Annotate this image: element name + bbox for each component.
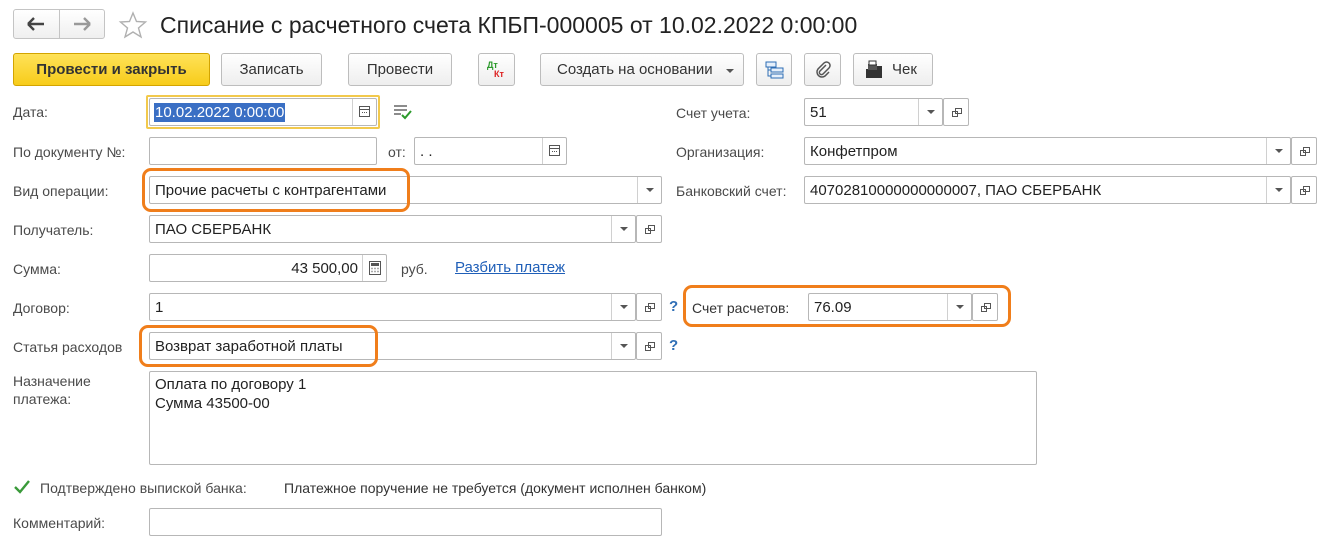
doc-number-label: По документу №:: [13, 144, 126, 160]
arrow-right-icon: [74, 17, 91, 31]
amount-input[interactable]: 43 500,00: [149, 254, 387, 282]
bank-account-open-button[interactable]: [1291, 176, 1317, 204]
chevron-down-icon[interactable]: [611, 294, 635, 320]
chevron-down-icon[interactable]: [611, 333, 635, 359]
bank-account-label: Банковский счет:: [676, 183, 787, 199]
calculator-button[interactable]: [362, 255, 386, 281]
doc-from-calendar-button[interactable]: [542, 138, 566, 164]
calendar-button[interactable]: [352, 99, 376, 125]
checkmark-icon: [14, 480, 30, 494]
cash-register-icon: [866, 60, 882, 78]
contract-label: Договор:: [13, 300, 70, 316]
chevron-down-icon[interactable]: [1266, 138, 1290, 164]
nav-group: [13, 9, 105, 39]
payment-purpose-line1: Оплата по договору 1: [155, 376, 307, 393]
favorite-star-icon[interactable]: [118, 10, 148, 40]
page-title: Списание с расчетного счета КПБП-000005 …: [160, 12, 858, 38]
account-select[interactable]: 51: [804, 98, 943, 126]
expense-item-select[interactable]: Возврат заработной платы: [149, 332, 636, 360]
chevron-down-icon[interactable]: [611, 216, 635, 242]
contract-open-button[interactable]: [636, 293, 662, 321]
post-button[interactable]: Провести: [348, 53, 452, 86]
expense-item-open-button[interactable]: [636, 332, 662, 360]
recipient-select[interactable]: ПАО СБЕРБАНК: [149, 215, 636, 243]
checked-doc-icon[interactable]: [392, 103, 414, 121]
organization-open-button[interactable]: [1291, 137, 1317, 165]
comment-label: Комментарий:: [13, 515, 106, 531]
calendar-icon: [359, 106, 370, 117]
chevron-down-icon[interactable]: [1266, 177, 1290, 203]
chevron-down-icon: [726, 69, 734, 73]
payment-purpose-line2: Сумма 43500-00: [155, 395, 270, 412]
confirmed-label: Подтверждено выпиской банка:: [40, 480, 247, 496]
dt-kt-button[interactable]: Дт Кт: [478, 53, 515, 86]
doc-number-input[interactable]: [149, 137, 377, 165]
split-payment-link[interactable]: Разбить платеж: [455, 259, 565, 276]
comment-input[interactable]: [149, 508, 662, 536]
settlement-account-label: Счет расчетов:: [692, 300, 790, 316]
expense-item-label: Статья расходов: [13, 339, 123, 355]
operation-type-label: Вид операции:: [13, 183, 109, 199]
operation-type-select[interactable]: Прочие расчеты с контрагентами: [149, 176, 662, 204]
dt-kt-icon: Дт Кт: [487, 60, 504, 79]
doc-from-label: от:: [388, 144, 406, 160]
bank-account-select[interactable]: 40702810000000000007, ПАО СБЕРБАНК: [804, 176, 1291, 204]
hierarchy-icon: [765, 61, 784, 79]
account-label: Счет учета:: [676, 105, 751, 121]
organization-label: Организация:: [676, 144, 765, 160]
payment-purpose-label-line1: Назначение: [13, 373, 91, 389]
currency-label: руб.: [401, 261, 428, 277]
payment-purpose-textarea[interactable]: Оплата по договору 1 Сумма 43500-00: [149, 371, 1037, 465]
recipient-open-button[interactable]: [636, 215, 662, 243]
amount-label: Сумма:: [13, 261, 61, 277]
arrow-left-icon: [27, 17, 44, 31]
confirmed-status: Платежное поручение не требуется (докуме…: [284, 480, 707, 496]
date-label: Дата:: [13, 104, 48, 120]
contract-help-icon[interactable]: ?: [669, 298, 678, 315]
attach-button[interactable]: [804, 53, 841, 86]
contract-select[interactable]: 1: [149, 293, 636, 321]
organization-select[interactable]: Конфетпром: [804, 137, 1291, 165]
settlement-account-open-button[interactable]: [972, 293, 998, 321]
open-icon: [1300, 186, 1310, 195]
chevron-down-icon[interactable]: [947, 294, 971, 320]
chevron-down-icon[interactable]: [637, 177, 661, 203]
settlement-account-select[interactable]: 76.09: [808, 293, 972, 321]
open-icon: [645, 303, 655, 312]
date-value: 10.02.2022 0:00:00: [154, 103, 286, 122]
confirmed-checkbox[interactable]: [13, 478, 31, 496]
receipt-button[interactable]: Чек: [853, 53, 933, 86]
paperclip-icon: [816, 61, 831, 78]
open-icon: [645, 225, 655, 234]
expense-help-icon[interactable]: ?: [669, 337, 678, 354]
forward-button[interactable]: [60, 10, 105, 38]
open-icon: [981, 303, 991, 312]
open-icon: [1300, 147, 1310, 156]
structure-button[interactable]: [756, 53, 792, 86]
open-icon: [645, 342, 655, 351]
doc-from-date-field[interactable]: . .: [414, 137, 567, 165]
back-button[interactable]: [14, 10, 60, 38]
calendar-icon: [549, 145, 560, 156]
create-based-on-button[interactable]: Создать на основании: [540, 53, 744, 86]
recipient-label: Получатель:: [13, 222, 94, 238]
payment-purpose-label-line2: платежа:: [13, 391, 72, 407]
post-and-close-button[interactable]: Провести и закрыть: [13, 53, 210, 86]
open-icon: [952, 108, 962, 117]
date-field[interactable]: 10.02.2022 0:00:00: [149, 98, 377, 126]
calculator-icon: [369, 261, 381, 275]
account-open-button[interactable]: [943, 98, 969, 126]
chevron-down-icon[interactable]: [918, 99, 942, 125]
save-button[interactable]: Записать: [221, 53, 322, 86]
